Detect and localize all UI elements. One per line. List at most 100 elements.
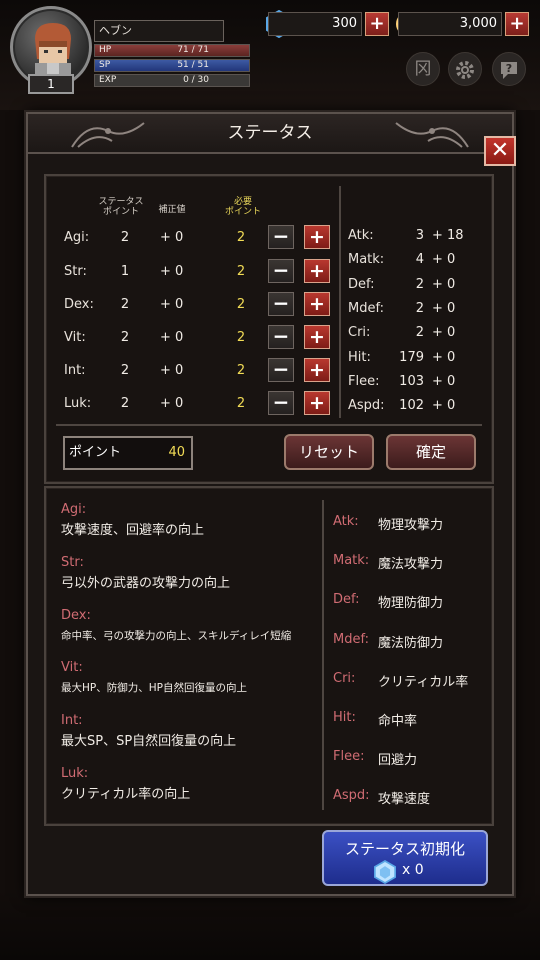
- substat-value-flee: 103: [399, 373, 424, 389]
- inventory-icon: 冈: [414, 59, 432, 79]
- minus-icon: −: [272, 224, 290, 248]
- decrease-int-button[interactable]: −: [268, 358, 294, 382]
- reset-button[interactable]: リセット: [284, 434, 374, 470]
- help-button[interactable]: ?: [492, 52, 526, 86]
- minus-icon: −: [272, 324, 290, 348]
- stat-cost-luk: 2: [236, 396, 246, 411]
- subdesc-title-def: Def:: [333, 592, 360, 608]
- exp-label: EXP: [99, 75, 117, 85]
- minus-icon: −: [272, 258, 290, 282]
- desc-text-luk: クリティカル率の向上: [61, 787, 191, 802]
- subdesc-title-atk: Atk:: [333, 514, 359, 529]
- substat-bonus-def: + 0: [432, 276, 456, 292]
- left-ornament-icon: [71, 122, 145, 148]
- stat-value-vit: 2: [120, 330, 130, 345]
- subdesc-text-flee: 回避力: [378, 753, 418, 769]
- stat-cost-dex: 2: [236, 297, 246, 312]
- stat-label-int: Int:: [64, 363, 86, 378]
- subdesc-title-flee: Flee:: [333, 749, 365, 765]
- plus-icon: +: [369, 13, 385, 34]
- stat-bonus-int: + 0: [160, 363, 184, 378]
- subdesc-title-mdef: Mdef:: [333, 631, 369, 647]
- gem-count: 300: [268, 12, 362, 36]
- hp-bar: HP 71 / 71: [94, 44, 250, 57]
- substat-bonus-mdef: + 0: [432, 300, 456, 316]
- minus-icon: −: [272, 390, 290, 414]
- plus-icon: +: [309, 293, 325, 315]
- settings-button[interactable]: [448, 52, 482, 86]
- svg-text:?: ?: [506, 62, 512, 75]
- stat-value-luk: 2: [120, 396, 130, 411]
- status-points-header: ステータス ポイント: [98, 197, 144, 217]
- right-ornament-icon: [395, 122, 469, 148]
- substat-label-aspd: Aspd:: [348, 398, 385, 414]
- exp-value: 0 / 30: [183, 75, 209, 85]
- substat-bonus-aspd: + 0: [432, 398, 456, 414]
- substat-value-def: 2: [415, 276, 424, 292]
- desc-text-int: 最大SP、SP自然回復量の向上: [61, 734, 237, 750]
- substat-bonus-atk: + 18: [432, 228, 464, 243]
- exp-bar: EXP 0 / 30: [94, 74, 250, 87]
- stat-value-int: 2: [120, 363, 130, 378]
- subdesc-title-cri: Cri:: [333, 670, 356, 686]
- subdesc-title-hit: Hit:: [333, 710, 356, 725]
- increase-luk-button[interactable]: +: [304, 391, 330, 415]
- substat-value-cri: 2: [415, 325, 424, 341]
- substat-value-mdef: 2: [415, 300, 424, 316]
- plus-icon: +: [309, 392, 325, 414]
- subdesc-text-cri: クリティカル率: [378, 674, 469, 690]
- substat-value-atk: 3: [415, 228, 424, 243]
- stat-label-str: Str:: [64, 264, 87, 279]
- substat-value-hit: 179: [399, 349, 424, 365]
- desc-title-dex: Dex:: [61, 607, 91, 623]
- decrease-dex-button[interactable]: −: [268, 292, 294, 316]
- status-reset-cost: x 0: [402, 862, 424, 878]
- subdesc-text-atk: 物理攻撃力: [378, 518, 444, 533]
- decrease-agi-button[interactable]: −: [268, 225, 294, 249]
- increase-agi-button[interactable]: +: [304, 225, 330, 249]
- increase-int-button[interactable]: +: [304, 358, 330, 382]
- increase-vit-button[interactable]: +: [304, 325, 330, 349]
- decrease-luk-button[interactable]: −: [268, 391, 294, 415]
- buy-gems-button[interactable]: +: [365, 12, 389, 36]
- subdesc-text-def: 物理防御力: [378, 596, 444, 612]
- decrease-str-button[interactable]: −: [268, 259, 294, 283]
- substat-label-def: Def:: [348, 276, 375, 292]
- subdesc-text-hit: 命中率: [378, 714, 418, 729]
- plus-icon: +: [309, 260, 325, 282]
- stat-bonus-vit: + 0: [160, 330, 184, 345]
- desc-text-agi: 攻撃速度、回避率の向上: [61, 523, 205, 538]
- stat-cost-vit: 2: [236, 330, 246, 345]
- stat-bonus-luk: + 0: [160, 396, 184, 411]
- sp-label: SP: [99, 60, 111, 70]
- stat-cost-str: 2: [236, 264, 246, 279]
- points-value: 40: [168, 445, 185, 460]
- subdesc-title-matk: Matk:: [333, 553, 370, 569]
- sp-value: 51 / 51: [177, 60, 209, 70]
- stat-label-luk: Luk:: [64, 396, 92, 411]
- confirm-button[interactable]: 確定: [386, 434, 476, 470]
- status-reset-button[interactable]: ステータス初期化 x 0: [322, 830, 488, 886]
- desc-text-vit: 最大HP、防御力、HP自然回復量の向上: [61, 682, 247, 695]
- minus-icon: −: [272, 291, 290, 315]
- subdesc-title-aspd: Aspd:: [333, 788, 370, 804]
- substat-bonus-hit: + 0: [432, 349, 456, 365]
- increase-dex-button[interactable]: +: [304, 292, 330, 316]
- desc-title-luk: Luk:: [61, 766, 89, 781]
- substat-label-atk: Atk:: [348, 228, 374, 243]
- stat-label-agi: Agi:: [64, 230, 90, 245]
- stat-bonus-dex: + 0: [160, 297, 184, 312]
- gear-icon: [456, 61, 474, 79]
- decrease-vit-button[interactable]: −: [268, 325, 294, 349]
- increase-str-button[interactable]: +: [304, 259, 330, 283]
- plus-icon: +: [509, 13, 525, 34]
- buy-gold-button[interactable]: +: [505, 12, 529, 36]
- inventory-button[interactable]: 冈: [406, 52, 440, 86]
- stat-cost-agi: 2: [236, 230, 246, 245]
- close-button[interactable]: ✕: [484, 136, 516, 166]
- subdesc-text-mdef: 魔法防御力: [378, 635, 444, 651]
- help-icon: ?: [501, 62, 517, 79]
- bonus-header: 補正値: [158, 205, 186, 215]
- substat-bonus-flee: + 0: [432, 373, 456, 389]
- substat-label-cri: Cri:: [348, 325, 371, 341]
